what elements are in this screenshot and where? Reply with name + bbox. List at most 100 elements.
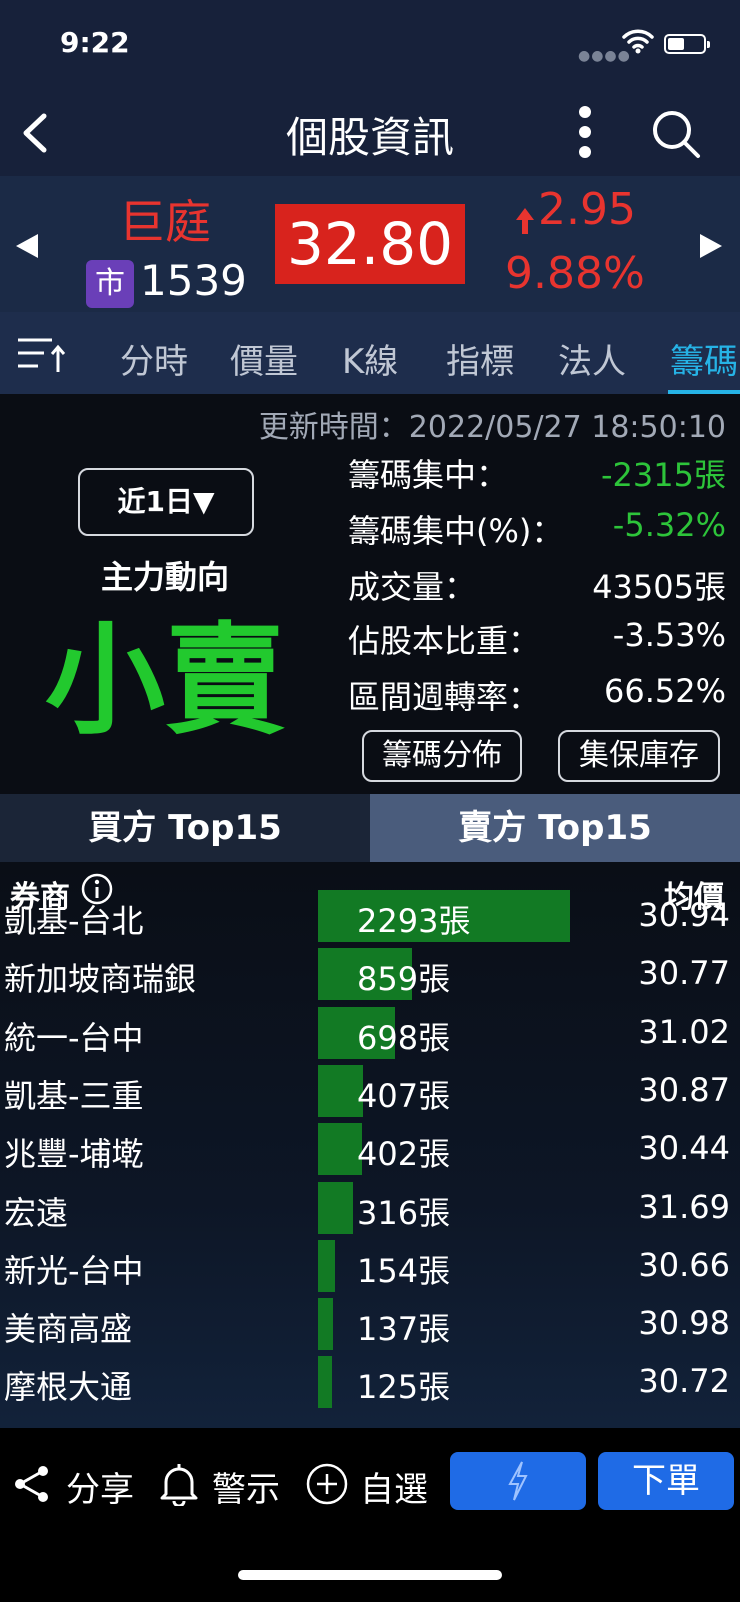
bell-icon[interactable] bbox=[158, 1462, 200, 1506]
next-stock-icon[interactable] bbox=[700, 234, 722, 258]
broker-avg-price: 30.77 bbox=[638, 954, 730, 993]
battery-icon bbox=[664, 34, 710, 54]
price-change-percent: 9.88% bbox=[505, 248, 645, 299]
price-box: 32.80 bbox=[275, 204, 465, 284]
lightning-icon bbox=[508, 1461, 528, 1501]
table-row[interactable]: 兆豐-埔墘 402張 30.44 bbox=[0, 1123, 740, 1181]
nav-bar: 個股資訊 bbox=[0, 90, 740, 176]
broker-avg-price: 30.94 bbox=[638, 896, 730, 934]
quote-bar: 巨庭 市 1539 32.80 2.95 9.88% bbox=[0, 176, 740, 312]
volume-bar bbox=[318, 1298, 333, 1351]
metric-value-share-ratio: -3.53% bbox=[612, 616, 726, 654]
metric-value-concentration: -2315張 bbox=[601, 456, 726, 494]
broker-name: 統一-台中 bbox=[4, 1018, 144, 1057]
wifi-icon bbox=[622, 29, 654, 54]
stock-code: 1539 bbox=[140, 256, 247, 305]
table-row[interactable]: 新加坡商瑞銀 859張 30.77 bbox=[0, 948, 740, 1006]
volume-bar bbox=[318, 1123, 362, 1176]
metric-label-turnover: 區間週轉率： bbox=[348, 678, 541, 716]
volume-bar bbox=[318, 1356, 332, 1409]
tab-bar: 分時 價量 K線 指標 法人 籌碼 bbox=[0, 312, 740, 394]
broker-volume: 154張 bbox=[357, 1251, 451, 1290]
broker-name: 新加坡商瑞銀 bbox=[4, 960, 197, 999]
table-row[interactable]: 宏遠 316張 31.69 bbox=[0, 1181, 740, 1240]
update-time: 更新時間：2022/05/27 18:50:10 bbox=[258, 410, 726, 445]
metric-label-share-ratio: 佔股本比重： bbox=[348, 622, 541, 660]
metric-value-volume: 43505張 bbox=[592, 568, 726, 606]
metric-label-concentration: 籌碼集中： bbox=[348, 456, 509, 494]
custody-inventory-button[interactable]: 集保庫存 bbox=[558, 730, 720, 782]
broker-name: 摩根大通 bbox=[4, 1368, 133, 1407]
main-force-value: 小賣 bbox=[45, 612, 285, 751]
main-force-label: 主力動向 bbox=[100, 558, 229, 596]
share-icon[interactable] bbox=[12, 1464, 52, 1504]
broker-volume: 698張 bbox=[357, 1018, 451, 1057]
broker-name: 凱基-台北 bbox=[4, 902, 144, 940]
last-price: 32.80 bbox=[286, 210, 454, 278]
broker-volume: 316張 bbox=[357, 1193, 451, 1232]
status-time: 9:22 bbox=[60, 26, 130, 59]
price-change: 2.95 bbox=[538, 184, 636, 235]
broker-volume: 859張 bbox=[357, 960, 451, 999]
broker-avg-price: 30.98 bbox=[638, 1304, 730, 1343]
broker-volume: 402張 bbox=[357, 1135, 451, 1174]
previous-stock-icon[interactable] bbox=[16, 234, 38, 258]
broker-volume: 407張 bbox=[357, 1076, 451, 1115]
broker-avg-price: 31.02 bbox=[638, 1012, 730, 1051]
page-title: 個股資訊 bbox=[285, 113, 454, 162]
chip-panel: 更新時間：2022/05/27 18:50:10 近1日▼ 主力動向 小賣 籌碼… bbox=[0, 394, 740, 794]
table-row[interactable]: 美商高盛 137張 30.98 bbox=[0, 1298, 740, 1356]
broker-volume: 125張 bbox=[357, 1368, 451, 1407]
broker-name: 新光-台中 bbox=[4, 1251, 144, 1290]
tab-institutional[interactable]: 法人 bbox=[558, 334, 626, 383]
broker-avg-price: 30.44 bbox=[638, 1129, 730, 1168]
tab-indicators[interactable]: 指標 bbox=[446, 334, 514, 383]
table-row[interactable]: 新光-台中 154張 30.66 bbox=[0, 1239, 740, 1298]
order-button[interactable]: 下單 bbox=[598, 1452, 734, 1510]
broker-avg-price: 30.66 bbox=[638, 1245, 730, 1284]
stock-name: 巨庭 bbox=[119, 195, 211, 249]
table-row[interactable]: 摩根大通 125張 30.72 bbox=[0, 1356, 740, 1414]
volume-bar bbox=[318, 1181, 353, 1234]
metric-value-concentration-pct: -5.32% bbox=[612, 506, 726, 544]
metric-value-turnover: 66.52% bbox=[603, 672, 726, 710]
table-row[interactable]: 凱基-台北 2293張 30.94 bbox=[0, 890, 740, 948]
alert-label[interactable]: 警示 bbox=[212, 1462, 280, 1511]
tab-chips[interactable]: 籌碼 bbox=[670, 334, 738, 383]
status-bar: 9:22 ●●●● bbox=[0, 0, 740, 90]
tab-intraday[interactable]: 分時 bbox=[120, 334, 188, 383]
tab-sort-icon[interactable] bbox=[16, 334, 66, 374]
watchlist-label[interactable]: 自選 bbox=[360, 1462, 428, 1511]
tab-price-volume[interactable]: 價量 bbox=[230, 334, 298, 383]
volume-bar bbox=[318, 1239, 335, 1292]
share-label[interactable]: 分享 bbox=[66, 1462, 134, 1511]
tab-buy-top15[interactable]: 買方 Top15 bbox=[0, 794, 370, 862]
broker-avg-price: 31.69 bbox=[638, 1187, 730, 1226]
tab-sell-top15[interactable]: 賣方 Top15 bbox=[370, 794, 740, 862]
home-indicator bbox=[238, 1570, 502, 1580]
more-vertical-icon[interactable] bbox=[575, 104, 595, 160]
broker-name: 凱基-三重 bbox=[4, 1076, 144, 1115]
search-icon[interactable] bbox=[650, 108, 702, 160]
table-row[interactable]: 凱基-三重 407張 30.87 bbox=[0, 1064, 740, 1123]
add-watchlist-icon[interactable] bbox=[305, 1462, 349, 1506]
metric-label-volume: 成交量： bbox=[348, 568, 477, 606]
broker-volume: 2293張 bbox=[357, 902, 471, 940]
chip-distribution-button[interactable]: 籌碼分佈 bbox=[362, 730, 522, 782]
quick-order-button[interactable] bbox=[450, 1452, 586, 1510]
broker-name: 美商高盛 bbox=[4, 1310, 133, 1349]
broker-avg-price: 30.72 bbox=[638, 1362, 730, 1401]
broker-name: 兆豐-埔墘 bbox=[4, 1135, 144, 1174]
metric-label-concentration-pct: 籌碼集中(%)： bbox=[348, 512, 564, 550]
up-arrow-icon bbox=[516, 208, 534, 234]
broker-avg-price: 30.87 bbox=[638, 1070, 730, 1109]
tab-k-line[interactable]: K線 bbox=[342, 334, 398, 383]
bottom-bar: 分享 警示 自選 下單 bbox=[0, 1428, 740, 1602]
broker-name: 宏遠 bbox=[4, 1193, 69, 1232]
table-row[interactable]: 統一-台中 698張 31.02 bbox=[0, 1006, 740, 1065]
market-badge: 市 bbox=[86, 260, 134, 308]
broker-volume: 137張 bbox=[357, 1310, 451, 1349]
broker-table[interactable]: 券商 均價 凱基-台北 2293張 30.94 新加坡商瑞銀 859張 30.77 統一-台… bbox=[0, 862, 740, 1428]
period-select-button[interactable]: 近1日▼ bbox=[78, 468, 254, 536]
rank-tabs: 買方 Top15 賣方 Top15 bbox=[0, 794, 740, 862]
